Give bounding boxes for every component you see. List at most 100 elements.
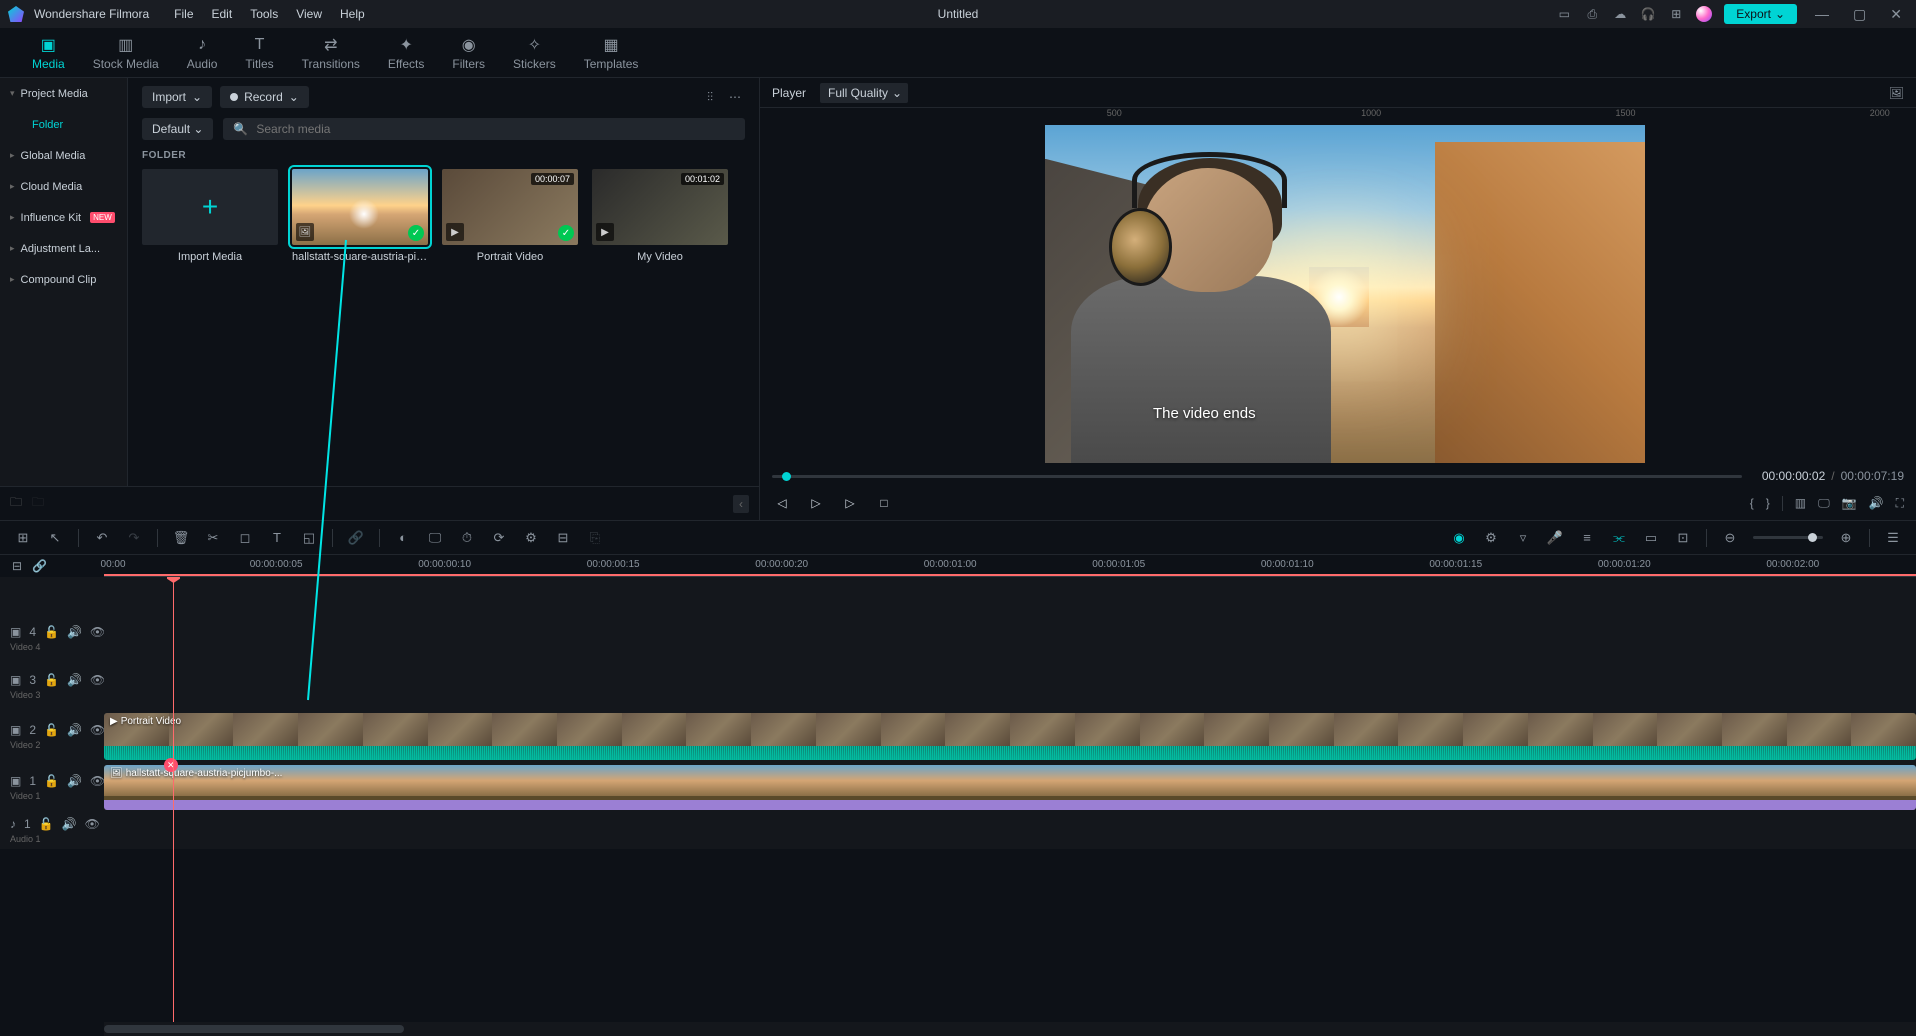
tab-media[interactable]: ▣Media [18, 31, 79, 75]
mark-in-icon[interactable]: { [1750, 496, 1754, 511]
eye-icon[interactable]: 👁 [90, 723, 105, 737]
filter-icon[interactable]: ⫶⫶ [703, 88, 717, 107]
snapshot-icon[interactable]: 🖼 [1889, 86, 1904, 100]
sidebar-adjustment-layer[interactable]: ▸Adjustment La... [0, 233, 127, 264]
headset-icon[interactable]: 🎧 [1640, 6, 1656, 22]
text-tool-icon[interactable]: T [268, 529, 286, 547]
stop-button[interactable]: □ [874, 493, 894, 513]
collapse-sidebar-button[interactable]: ‹ [733, 495, 749, 513]
search-input[interactable] [256, 122, 735, 136]
sidebar-folder[interactable]: Folder [0, 109, 127, 140]
tab-filters[interactable]: ◉Filters [438, 31, 499, 75]
eye-icon[interactable]: 👁 [85, 817, 100, 831]
eye-icon[interactable]: 👁 [90, 625, 105, 639]
timeline-options-icon[interactable]: ⊟ [12, 559, 22, 573]
menu-help[interactable]: Help [340, 7, 365, 21]
eye-icon[interactable]: 👁 [90, 673, 105, 687]
undo-icon[interactable]: ↶ [93, 529, 111, 547]
mark-out-icon[interactable]: } [1766, 496, 1770, 511]
timer-icon[interactable]: ⏱ [458, 529, 476, 547]
adjust-icon[interactable]: ⚙ [522, 529, 540, 547]
tab-stock-media[interactable]: ▥Stock Media [79, 31, 173, 75]
pointer-tool-icon[interactable]: ↖ [46, 529, 64, 547]
sidebar-compound-clip[interactable]: ▸Compound Clip [0, 264, 127, 295]
select-tool-icon[interactable]: ⊞ [14, 529, 32, 547]
timeline-scrollbar[interactable] [0, 1022, 1916, 1036]
volume-icon[interactable]: 🔊 [1869, 496, 1884, 511]
maximize-button[interactable]: ▢ [1847, 6, 1872, 23]
marker-icon[interactable]: ▿ [1514, 529, 1532, 547]
close-button[interactable]: ✕ [1884, 6, 1908, 23]
timeline-ruler[interactable]: 00:00 00:00:00:05 00:00:00:10 00:00:00:1… [104, 555, 1916, 577]
delete-icon[interactable]: 🗑 [172, 529, 190, 547]
save-icon[interactable]: ⎙ [1584, 6, 1600, 22]
media-item-hallstatt[interactable]: 🖼 ✓ hallstatt-square-austria-picj... [292, 169, 428, 263]
tab-stickers[interactable]: ✧Stickers [499, 31, 570, 75]
color-icon[interactable]: ◐ [394, 529, 412, 547]
copy-icon[interactable]: ⎘ [586, 529, 604, 547]
tab-transitions[interactable]: ⇄Transitions [288, 31, 374, 75]
play-backward-button[interactable]: ▷ [806, 493, 826, 513]
tab-effects[interactable]: ✦Effects [374, 31, 438, 75]
zoom-slider[interactable] [1753, 536, 1823, 539]
crop-icon[interactable]: ◻ [236, 529, 254, 547]
lock-icon[interactable]: 🔓 [39, 817, 54, 831]
split-icon[interactable]: ✂ [204, 529, 222, 547]
ai-tool-icon[interactable]: ◉ [1450, 529, 1468, 547]
link-tracks-icon[interactable]: 🔗 [32, 559, 47, 573]
crop-zoom-icon[interactable]: ◱ [300, 529, 318, 547]
sidebar-global-media[interactable]: ▸Global Media [0, 140, 127, 171]
mute-icon[interactable]: 🔊 [67, 723, 82, 737]
quality-dropdown[interactable]: Full Quality [820, 83, 908, 103]
search-field[interactable]: 🔍 [223, 118, 745, 140]
compare-icon[interactable]: ▥ [1795, 496, 1806, 511]
zoom-out-icon[interactable]: ⊖ [1721, 529, 1739, 547]
sidebar-cloud-media[interactable]: ▸Cloud Media [0, 171, 127, 202]
redo-icon[interactable]: ↷ [125, 529, 143, 547]
media-item-myvideo[interactable]: 00:01:02 ▶ My Video [592, 169, 728, 263]
render-icon[interactable]: ▭ [1642, 529, 1660, 547]
zoom-in-icon[interactable]: ⊕ [1837, 529, 1855, 547]
lock-icon[interactable]: 🔓 [44, 774, 59, 788]
menu-file[interactable]: File [174, 7, 193, 21]
mic-icon[interactable]: 🎤 [1546, 529, 1564, 547]
tab-templates[interactable]: ▦Templates [570, 31, 653, 75]
clip-portrait-video[interactable]: ▶Portrait Video [104, 713, 1916, 760]
screen-icon[interactable]: 🖵 [426, 529, 444, 547]
speed-icon[interactable]: ⟳ [490, 529, 508, 547]
link-icon[interactable]: 🔗 [347, 529, 365, 547]
player-scrubber[interactable]: 00:00:00:02 / 00:00:07:19 [760, 466, 1916, 486]
mute-icon[interactable]: 🔊 [67, 774, 82, 788]
lock-icon[interactable]: 🔓 [44, 625, 59, 639]
magnet-icon[interactable]: ⫘ [1610, 529, 1628, 547]
sidebar-influence-kit[interactable]: ▸Influence KitNEW [0, 202, 127, 233]
prev-frame-button[interactable]: ◁ [772, 493, 792, 513]
fullscreen-icon[interactable]: ⛶ [1896, 496, 1904, 511]
play-button[interactable]: ▷ [840, 493, 860, 513]
import-media-tile[interactable]: + Import Media [142, 169, 278, 263]
minimize-button[interactable]: — [1809, 6, 1835, 22]
gear-icon[interactable]: ⚙ [1482, 529, 1500, 547]
cloud-icon[interactable]: ☁ [1612, 6, 1628, 22]
camera-icon[interactable]: 📷 [1842, 496, 1857, 511]
new-folder-icon[interactable]: 🗀 [32, 493, 44, 514]
user-avatar[interactable] [1696, 6, 1712, 22]
mixer-icon[interactable]: ≡ [1578, 529, 1596, 547]
lock-icon[interactable]: 🔓 [44, 673, 59, 687]
media-item-portrait[interactable]: 00:00:07 ▶ ✓ Portrait Video [442, 169, 578, 263]
group-icon[interactable]: ⊟ [554, 529, 572, 547]
playhead[interactable] [173, 577, 174, 1022]
export-button[interactable]: Export ⌄ [1724, 4, 1797, 24]
mute-icon[interactable]: 🔊 [67, 625, 82, 639]
cut-marker-icon[interactable]: ✕ [164, 758, 178, 772]
preview-canvas[interactable]: The video ends [774, 122, 1916, 466]
fit-icon[interactable]: ⊡ [1674, 529, 1692, 547]
sort-dropdown[interactable]: Default ⌄ [142, 118, 213, 140]
more-icon[interactable]: ⋯ [725, 88, 745, 106]
clip-hallstatt[interactable]: 🖼hallstatt-square-austria-picjumbo-... [104, 765, 1916, 810]
apps-icon[interactable]: ⊞ [1668, 6, 1684, 22]
menu-tools[interactable]: Tools [250, 7, 278, 21]
eye-icon[interactable]: 👁 [90, 774, 105, 788]
menu-edit[interactable]: Edit [212, 7, 233, 21]
sidebar-project-media[interactable]: ▾Project Media [0, 78, 127, 109]
